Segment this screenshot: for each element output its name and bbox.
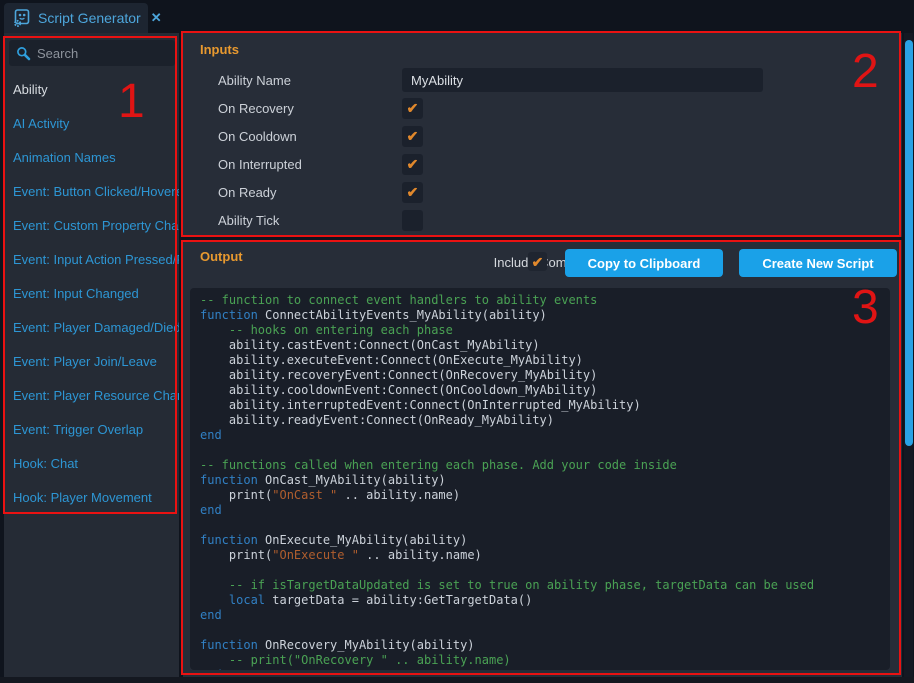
code-line: ability.readyEvent:Connect(OnReady_MyAbi…	[200, 413, 890, 428]
code-line: print("OnCast " .. ability.name)	[200, 488, 890, 503]
code-line	[200, 623, 890, 638]
title-bar: Script Generator ✕	[0, 0, 914, 33]
sidebar-item[interactable]: Animation Names	[4, 141, 179, 175]
code-line: ability.cooldownEvent:Connect(OnCooldown…	[200, 383, 890, 398]
inputs-form: Ability NameOn Recovery✔On Cooldown✔On I…	[183, 66, 902, 234]
input-row: On Cooldown ✔	[183, 122, 902, 150]
input-row: On Ready ✔	[183, 178, 902, 206]
code-line: function OnRecovery_MyAbility(ability)	[200, 638, 890, 653]
code-line: function ConnectAbilityEvents_MyAbility(…	[200, 308, 890, 323]
checkmark-icon: ✔	[407, 185, 419, 199]
sidebar-item[interactable]: Event: Button Clicked/Hovered	[4, 175, 179, 209]
code-line: end	[200, 503, 890, 518]
code-line: -- if isTargetDataUpdated is set to true…	[200, 578, 890, 593]
create-new-script-button[interactable]: Create New Script	[739, 249, 897, 277]
checkmark-icon: ✔	[532, 255, 544, 269]
input-row: On Interrupted ✔	[183, 150, 902, 178]
code-line: local targetData = ability:GetTargetData…	[200, 593, 890, 608]
output-panel-title: Output	[200, 249, 243, 264]
code-line: -- print("OnRecovery " .. ability.name)	[200, 653, 890, 668]
sidebar-item[interactable]: Hook: Chat	[4, 447, 179, 481]
search-input[interactable]: Search	[9, 40, 175, 66]
copy-to-clipboard-button[interactable]: Copy to Clipboard	[565, 249, 723, 277]
code-line: function OnExecute_MyAbility(ability)	[200, 533, 890, 548]
field-checkbox[interactable]: ✔	[402, 182, 423, 203]
code-line	[200, 443, 890, 458]
sidebar-item[interactable]: AI Activity	[4, 107, 179, 141]
search-icon	[16, 46, 31, 61]
field-checkbox[interactable]: ✔	[402, 126, 423, 147]
field-label: On Ready	[218, 185, 402, 200]
sidebar-item[interactable]: Event: Player Damaged/Died/Respawned	[4, 311, 179, 345]
checkmark-icon: ✔	[407, 101, 419, 115]
checkmark-icon: ✔	[407, 129, 419, 143]
sidebar-item[interactable]: Event: Input Action Pressed/Released	[4, 243, 179, 277]
code-line	[200, 518, 890, 533]
tab-script-generator[interactable]: Script Generator ✕	[4, 3, 148, 33]
checkmark-icon: ✔	[407, 157, 419, 171]
sidebar-item[interactable]: Ability	[4, 73, 179, 107]
code-line: print("OnExecute " .. ability.name)	[200, 548, 890, 563]
inputs-panel: Inputs Ability NameOn Recovery✔On Cooldo…	[183, 33, 902, 237]
code-line: ability.castEvent:Connect(OnCast_MyAbili…	[200, 338, 890, 353]
code-line: -- functions called when entering each p…	[200, 458, 890, 473]
ability-name-input[interactable]	[402, 68, 763, 92]
tab-title: Script Generator	[38, 10, 141, 26]
code-line: end	[200, 668, 890, 670]
sidebar-item[interactable]: Event: Input Changed	[4, 277, 179, 311]
window-bottom-edge	[0, 677, 914, 683]
code-line: function OnCast_MyAbility(ability)	[200, 473, 890, 488]
code-line: ability.recoveryEvent:Connect(OnRecovery…	[200, 368, 890, 383]
script-type-list: AbilityAI ActivityAnimation NamesEvent: …	[4, 73, 179, 515]
sidebar-item[interactable]: Event: Player Join/Leave	[4, 345, 179, 379]
field-label: On Recovery	[218, 101, 402, 116]
input-row: Ability Name	[183, 66, 902, 94]
field-checkbox[interactable]: ✔	[402, 98, 423, 119]
field-label: On Interrupted	[218, 157, 402, 172]
sidebar-item[interactable]: Event: Player Resource Changed	[4, 379, 179, 413]
code-line	[200, 563, 890, 578]
output-panel: Output Include Comments ✔ Copy to Clipbo…	[183, 240, 902, 677]
scrollbar-thumb[interactable]	[905, 40, 913, 446]
code-line: end	[200, 608, 890, 623]
code-line: -- function to connect event handlers to…	[200, 293, 890, 308]
sidebar-item[interactable]: Hook: Player Movement	[4, 481, 179, 515]
inputs-panel-title: Inputs	[200, 42, 239, 57]
code-line: end	[200, 428, 890, 443]
field-label: Ability Name	[218, 73, 402, 88]
search-placeholder: Search	[37, 46, 78, 61]
sidebar-item[interactable]: Event: Trigger Overlap	[4, 413, 179, 447]
script-type-sidebar: Search AbilityAI ActivityAnimation Names…	[4, 33, 179, 677]
tab-close-icon[interactable]: ✕	[151, 10, 162, 26]
input-row: On Recovery ✔	[183, 94, 902, 122]
sidebar-item[interactable]: Event: Custom Property Changed	[4, 209, 179, 243]
field-label: On Cooldown	[218, 129, 402, 144]
generated-code-output[interactable]: -- function to connect event handlers to…	[190, 288, 890, 670]
include-comments-checkbox[interactable]: ✔	[528, 252, 547, 271]
output-header: Output Include Comments ✔ Copy to Clipbo…	[183, 240, 902, 285]
field-checkbox[interactable]: ✔	[402, 210, 423, 231]
code-line: -- hooks on entering each phase	[200, 323, 890, 338]
field-label: Ability Tick	[218, 213, 402, 228]
code-line: ability.executeEvent:Connect(OnExecute_M…	[200, 353, 890, 368]
code-line: ability.interruptedEvent:Connect(OnInter…	[200, 398, 890, 413]
input-row: Ability Tick✔	[183, 206, 902, 234]
script-generator-icon	[12, 8, 32, 28]
field-checkbox[interactable]: ✔	[402, 154, 423, 175]
